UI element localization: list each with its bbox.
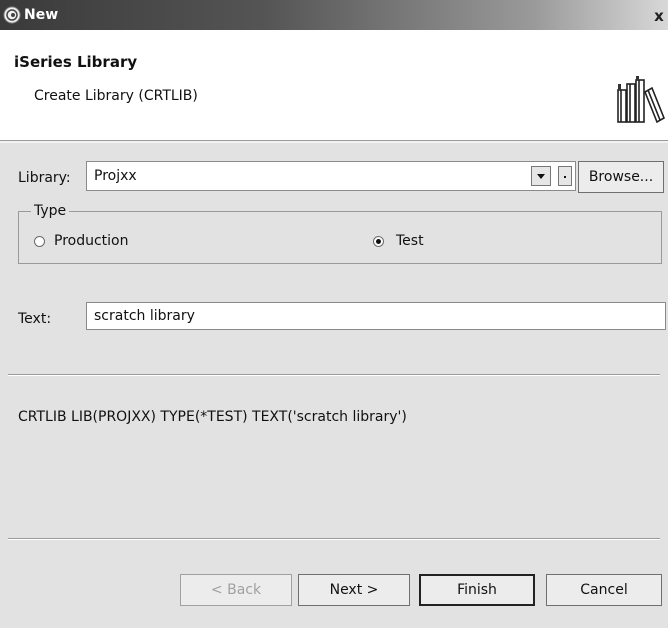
production-radio[interactable] <box>34 236 45 247</box>
close-icon[interactable]: x <box>650 7 668 25</box>
command-preview: CRTLIB LIB(PROJXX) TYPE(*TEST) TEXT('scr… <box>18 409 407 425</box>
type-group: Type Production Test <box>18 202 662 264</box>
type-group-label: Type <box>31 202 70 220</box>
wizard-header: iSeries Library Create Library (CRTLIB) <box>0 30 668 141</box>
cancel-button[interactable]: Cancel <box>546 574 662 606</box>
browse-button[interactable]: Browse... <box>578 161 664 193</box>
wizard-description: Create Library (CRTLIB) <box>34 88 198 104</box>
header-divider <box>0 141 668 143</box>
library-value: Projxx <box>94 168 137 184</box>
library-prompt-button[interactable] <box>558 166 572 186</box>
finish-button[interactable]: Finish <box>419 574 535 606</box>
library-combo[interactable]: Projxx <box>86 161 576 191</box>
back-button[interactable]: < Back <box>180 574 292 606</box>
test-radio-label[interactable]: Test <box>396 232 424 250</box>
library-books-icon <box>617 76 666 124</box>
title-bar[interactable]: New x <box>0 0 668 30</box>
next-button[interactable]: Next > <box>298 574 410 606</box>
library-label: Library: <box>18 170 71 186</box>
chevron-down-icon[interactable] <box>531 166 551 186</box>
eclipse-icon <box>3 6 21 24</box>
text-input[interactable]: scratch library <box>86 302 666 330</box>
production-radio-label[interactable]: Production <box>54 232 128 250</box>
text-label: Text: <box>18 311 52 327</box>
text-input-value: scratch library <box>94 308 195 324</box>
wizard-title: iSeries Library <box>14 53 138 71</box>
test-radio[interactable] <box>373 236 384 247</box>
separator <box>8 374 660 376</box>
separator <box>8 538 660 540</box>
new-library-dialog: New x iSeries Library Create Library (CR… <box>0 0 668 628</box>
window-title: New <box>24 7 59 23</box>
